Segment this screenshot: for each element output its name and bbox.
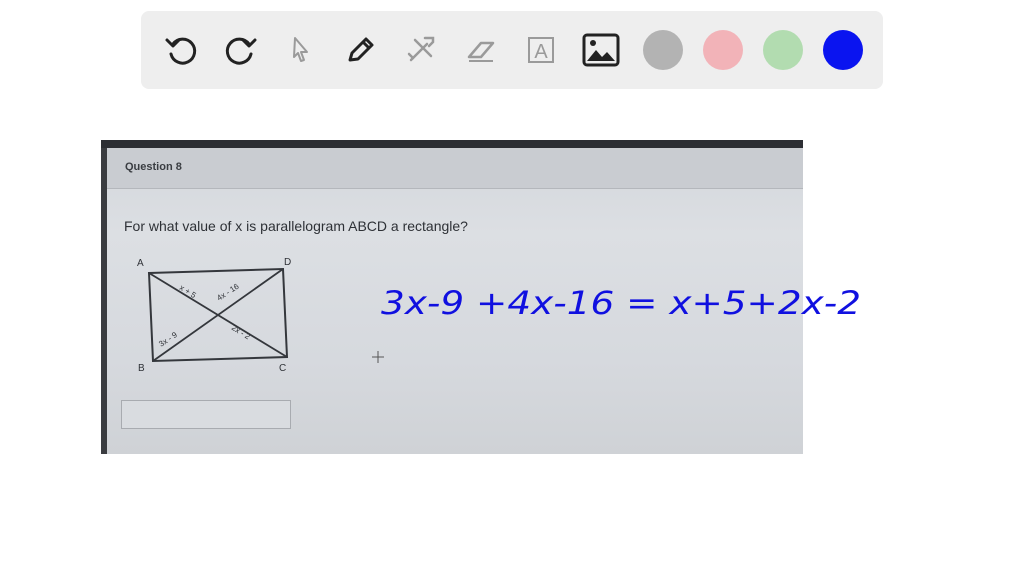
label-2x-minus-2: 2x - 2 [230, 323, 252, 342]
vertex-a: A [137, 258, 144, 269]
photo-left-edge [101, 148, 107, 454]
redo-icon [225, 37, 257, 65]
vertex-d: D [284, 257, 291, 268]
undo-button[interactable] [161, 30, 201, 70]
question-label: Question 8 [125, 161, 182, 173]
image-button[interactable] [581, 30, 621, 70]
image-icon [582, 33, 620, 67]
color-swatch-gray[interactable] [643, 30, 683, 70]
eraser-button[interactable] [461, 30, 501, 70]
tools-button[interactable] [401, 30, 441, 70]
pointer-icon [293, 37, 308, 62]
color-swatch-pink[interactable] [703, 30, 743, 70]
svg-text:A: A [534, 41, 548, 63]
answer-input[interactable] [121, 400, 291, 429]
tools-icon [407, 36, 435, 62]
pen-button[interactable] [341, 30, 381, 70]
undo-icon [165, 37, 197, 65]
vertex-b: B [138, 363, 145, 374]
label-3x-minus-9: 3x - 9 [157, 330, 179, 349]
rectangle-diagram: A D B C x + 5 4x - 16 3x - 9 2x - 2 [137, 257, 291, 374]
vertex-c: C [279, 363, 286, 374]
question-header [101, 148, 803, 189]
label-4x-minus-16: 4x - 16 [215, 282, 241, 303]
text-button[interactable]: A [521, 30, 561, 70]
question-text: For what value of x is parallelogram ABC… [124, 218, 468, 234]
photo-top-edge [101, 140, 803, 148]
crosshair-cursor-icon [372, 351, 384, 363]
color-swatch-blue[interactable] [823, 30, 863, 70]
eraser-icon [467, 41, 495, 62]
handwritten-equation: 3x-9 +4x-16 = x+5+2x-2 [381, 284, 861, 322]
svg-text:3x-9 +4x-16 = x+5+2x-2: 3x-9 +4x-16 = x+5+2x-2 [381, 284, 861, 322]
color-swatch-green[interactable] [763, 30, 803, 70]
select-button[interactable] [281, 30, 321, 70]
text-icon: A [528, 37, 554, 63]
drawing-toolbar: A [141, 11, 883, 89]
redo-button[interactable] [221, 30, 261, 70]
pen-icon [348, 37, 374, 62]
